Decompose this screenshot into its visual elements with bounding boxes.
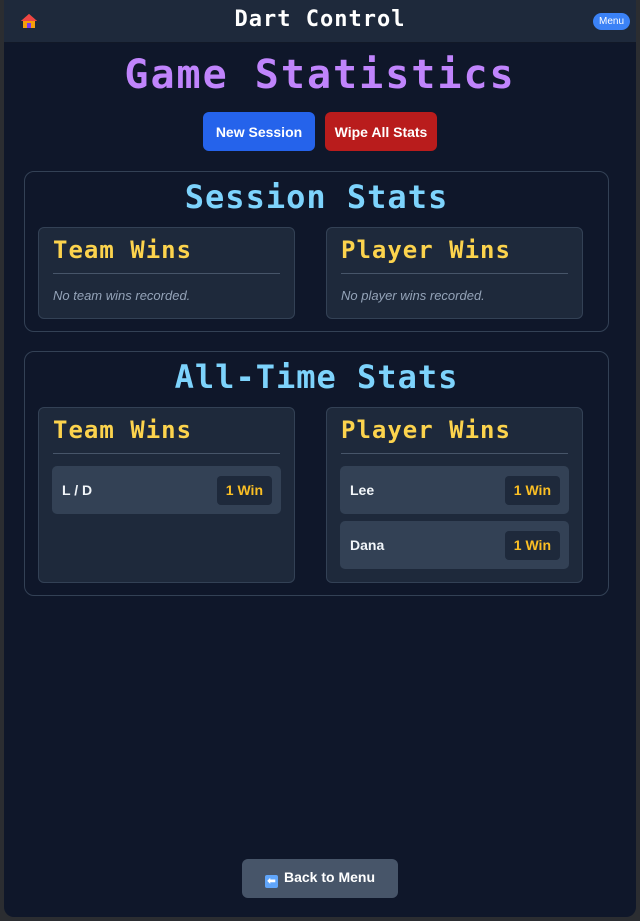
session-player-wins-panel: Player Wins No player wins recorded. [326, 227, 583, 319]
panel-title: Team Wins [53, 236, 193, 264]
all-time-stats-section: All-Time Stats Team Wins L / D 1 Win Pla… [24, 351, 609, 596]
player-name: Dana [350, 537, 385, 553]
app-window: Dart Control Menu Game Statistics New Se… [4, 0, 636, 917]
app-title: Dart Control [234, 7, 406, 32]
divider [53, 453, 280, 454]
new-session-button[interactable]: New Session [203, 112, 315, 151]
empty-message: No team wins recorded. [53, 288, 191, 303]
divider [53, 273, 280, 274]
menu-button[interactable]: Menu [592, 13, 630, 30]
player-name: Lee [350, 482, 375, 498]
back-label: Back to Menu [283, 869, 375, 885]
session-stats-section: Session Stats Team Wins No team wins rec… [24, 171, 609, 332]
wins-badge: 1 Win [216, 476, 272, 505]
list-item: Dana 1 Win [340, 521, 569, 569]
page-title: Game Statistics [124, 52, 516, 98]
session-team-wins-panel: Team Wins No team wins recorded. [38, 227, 295, 319]
panel-title: Player Wins [341, 416, 511, 444]
alltime-team-wins-panel: Team Wins L / D 1 Win [38, 407, 295, 583]
empty-message: No player wins recorded. [341, 288, 485, 303]
panel-title: Player Wins [341, 236, 511, 264]
wins-badge: 1 Win [504, 531, 560, 560]
panel-title: Team Wins [53, 416, 193, 444]
top-bar: Dart Control Menu [4, 0, 636, 43]
wins-badge: 1 Win [504, 476, 560, 505]
team-name: L / D [62, 482, 93, 498]
back-to-menu-button[interactable]: ⬅ Back to Menu [242, 859, 398, 898]
list-item: Lee 1 Win [340, 466, 569, 514]
divider [341, 273, 568, 274]
alltime-player-wins-panel: Player Wins Lee 1 Win Dana 1 Win [326, 407, 583, 583]
list-item: L / D 1 Win [52, 466, 281, 514]
wipe-all-stats-button[interactable]: Wipe All Stats [325, 112, 437, 151]
divider [341, 453, 568, 454]
section-title: All-Time Stats [174, 358, 459, 396]
back-arrow-icon: ⬅ [264, 875, 278, 888]
section-title: Session Stats [184, 178, 449, 216]
